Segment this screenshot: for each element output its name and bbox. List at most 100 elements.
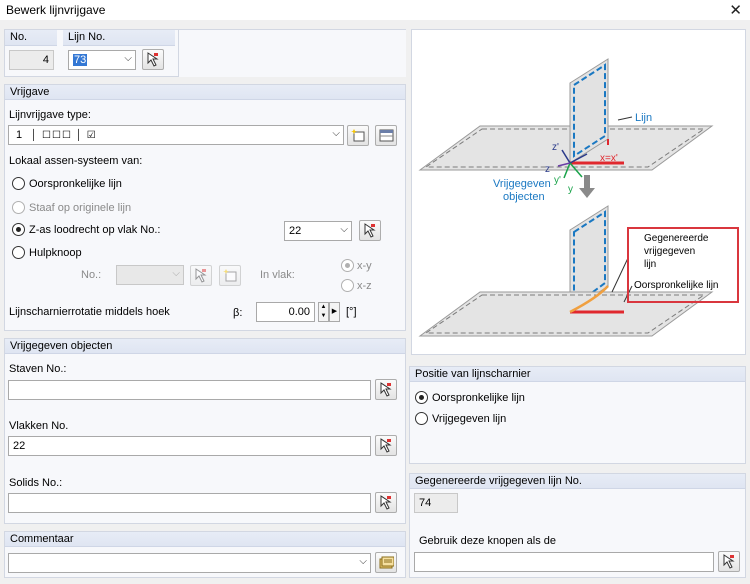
- released-objects-header: Vrijgegeven objecten: [10, 340, 113, 352]
- chevron-down-icon: ⌵: [340, 224, 348, 235]
- diagram-axis-z: z: [545, 164, 550, 175]
- comment-header: Commentaar: [10, 533, 74, 545]
- pick-solids-button[interactable]: [375, 492, 397, 513]
- generated-header: Gegenereerde vrijgegeven lijn No.: [415, 475, 582, 487]
- use-nodes-input[interactable]: [414, 552, 714, 572]
- chevron-down-icon: ⌵: [332, 128, 340, 139]
- edit-release-type-button[interactable]: [375, 125, 397, 146]
- diagram-axis-x: x=x': [600, 153, 618, 164]
- released-objects-group: Vrijgegeven objecten Staven No.: Vlakken…: [4, 338, 406, 524]
- release-header: Vrijgave: [10, 86, 50, 98]
- radio-plane-xz[interactable]: [341, 279, 354, 292]
- beta-step[interactable]: ▶: [329, 302, 340, 322]
- solids-label: Solids No.:: [9, 477, 63, 489]
- radio-plane-xy[interactable]: [341, 259, 354, 272]
- chevron-down-icon: ⌵: [172, 268, 180, 279]
- position-option-original: Oorspronkelijke lijn: [432, 392, 525, 404]
- node-no-label: No.:: [81, 269, 102, 281]
- option-plane-xz: x-z: [357, 280, 372, 292]
- no-label: No.: [10, 31, 28, 43]
- chevron-down-icon: ⌵: [359, 556, 367, 567]
- cursor-pick-icon: [380, 438, 392, 453]
- pick-surfaces-button[interactable]: [375, 435, 397, 456]
- beta-input[interactable]: 0.00: [256, 302, 315, 322]
- title-bar: Bewerk lijnvrijgave ✕: [0, 0, 750, 20]
- close-icon[interactable]: ✕: [729, 1, 742, 19]
- diagram-generated-1: Gegenereerde: [644, 233, 709, 244]
- line-no-label: Lijn No.: [68, 31, 106, 43]
- diagram-axis-y: y: [568, 184, 573, 195]
- release-type-combo[interactable]: 1 │ ☐☐☐ │ ☑ ⌵: [8, 125, 344, 145]
- pick-surface-button[interactable]: [359, 220, 381, 241]
- diagram-axis-y-prime: y': [554, 175, 561, 186]
- line-no-combo[interactable]: 73 ⌵: [68, 50, 136, 70]
- use-nodes-label: Gebruik deze knopen als de: [419, 535, 556, 547]
- radio-z-axis-surface[interactable]: [12, 223, 25, 236]
- cursor-pick-icon: [380, 495, 392, 510]
- comment-library-button[interactable]: [375, 552, 397, 573]
- option-auxiliary-node: Hulpknoop: [29, 247, 82, 259]
- surface-no-combo[interactable]: 22 ⌵: [284, 221, 352, 241]
- solids-input[interactable]: [8, 493, 371, 513]
- new-icon: [223, 269, 237, 282]
- cursor-pick-icon: [380, 382, 392, 397]
- edit-table-icon: [379, 129, 394, 142]
- comment-combo[interactable]: ⌵: [8, 553, 371, 573]
- header-group: No. 4 Lijn No. 73 ⌵: [4, 29, 406, 77]
- new-node-button[interactable]: [219, 265, 241, 286]
- window-title: Bewerk lijnvrijgave: [6, 3, 106, 17]
- library-icon: [379, 556, 394, 569]
- in-plane-label: In vlak:: [260, 269, 295, 281]
- surfaces-label: Vlakken No.: [9, 420, 69, 432]
- release-diagram: Lijn x=x' z' z y' y Vrijgegeven objecten…: [411, 29, 746, 355]
- option-original-line: Oorspronkelijke lijn: [29, 178, 122, 190]
- diagram-axis-z-prime: z': [552, 142, 559, 153]
- radio-position-original[interactable]: [415, 391, 428, 404]
- rotation-label: Lijnscharnierrotatie middels hoek: [9, 306, 170, 318]
- release-type-glyphs: │ ☐☐☐ │ ☑: [31, 130, 97, 141]
- comment-group: Commentaar ⌵: [4, 531, 406, 578]
- pick-nodes-button[interactable]: [718, 551, 740, 572]
- radio-auxiliary-node[interactable]: [12, 246, 25, 259]
- radio-member-on-line[interactable]: [12, 201, 25, 214]
- pick-line-button[interactable]: [142, 49, 164, 70]
- option-z-axis-surface: Z-as loodrecht op vlak No.:: [29, 224, 161, 236]
- pick-node-button[interactable]: [190, 265, 212, 286]
- cursor-pick-icon: [364, 223, 376, 238]
- diagram-released-objects-2: objecten: [503, 191, 545, 203]
- diagram-illustration: [418, 58, 739, 337]
- pick-members-button[interactable]: [375, 379, 397, 400]
- cursor-pick-icon: [723, 554, 735, 569]
- surfaces-input[interactable]: 22: [8, 436, 371, 456]
- members-label: Staven No.:: [9, 363, 67, 375]
- new-release-type-button[interactable]: [347, 125, 369, 146]
- diagram-generated-2: vrijgegeven: [644, 246, 696, 257]
- new-icon: [351, 129, 365, 142]
- option-plane-xy: x-y: [357, 260, 372, 272]
- diagram-released-objects-1: Vrijgegeven: [493, 178, 551, 190]
- position-header: Positie van lijnscharnier: [415, 368, 531, 380]
- release-type-label: Lijnvrijgave type:: [9, 109, 91, 121]
- position-group: Positie van lijnscharnier Oorspronkelijk…: [409, 366, 746, 464]
- release-type-value: 1: [16, 129, 23, 141]
- surface-no-value: 22: [289, 225, 302, 237]
- no-field: 4: [9, 50, 54, 70]
- beta-unit: [°]: [346, 306, 357, 318]
- release-group: Vrijgave Lijnvrijgave type: 1 │ ☐☐☐ │ ☑ …: [4, 84, 406, 331]
- chevron-down-icon: ⌵: [124, 53, 132, 64]
- axis-system-label: Lokaal assen-systeem van:: [9, 155, 143, 167]
- beta-label: β:: [233, 307, 243, 319]
- members-input[interactable]: [8, 380, 371, 400]
- cursor-pick-icon: [147, 52, 159, 67]
- beta-spinner[interactable]: ▲ ▼: [318, 302, 329, 322]
- radio-original-line[interactable]: [12, 177, 25, 190]
- line-no-value: 73: [73, 54, 88, 66]
- position-option-released: Vrijgegeven lijn: [432, 413, 507, 425]
- diagram-original-line: Oorspronkelijke lijn: [634, 280, 719, 291]
- generated-no-field: 74: [414, 493, 458, 513]
- node-no-combo[interactable]: ⌵: [116, 265, 184, 285]
- cursor-pick-icon: [195, 268, 207, 283]
- header-empty-panel: [178, 30, 406, 77]
- diagram-generated-3: lijn: [644, 259, 657, 270]
- radio-position-released[interactable]: [415, 412, 428, 425]
